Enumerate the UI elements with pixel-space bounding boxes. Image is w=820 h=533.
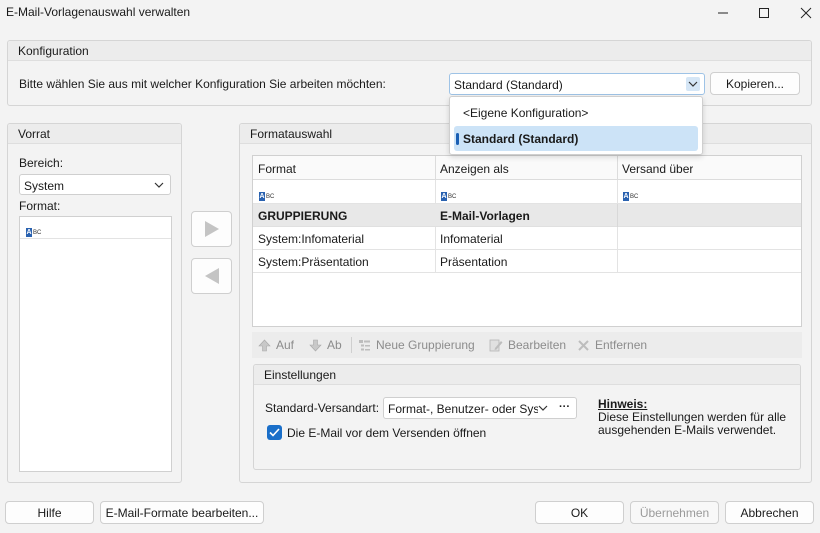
chevron-down-icon[interactable] (686, 77, 700, 91)
dropdown-option-selected[interactable]: Standard (Standard) (454, 126, 698, 151)
vorrat-header: Vorrat (8, 124, 181, 144)
table-header: Format Anzeigen als Versand über (253, 156, 801, 180)
konfiguration-prompt: Bitte wählen Sie aus mit welcher Konfigu… (19, 77, 386, 91)
list-row-separator (20, 238, 171, 239)
apply-button[interactable]: Übernehmen (630, 501, 719, 524)
new-group-button[interactable]: Neue Gruppierung (358, 338, 475, 352)
column-header-anzeigen[interactable]: Anzeigen als (440, 162, 509, 176)
checkmark-icon (269, 428, 280, 437)
column-header-versand[interactable]: Versand über (622, 162, 693, 176)
konfiguration-combo[interactable]: Standard (Standard) (449, 73, 705, 95)
move-left-button[interactable] (191, 258, 232, 294)
filter-row: A BC A BC A BC (253, 180, 801, 204)
toolbar-separator (351, 337, 352, 353)
open-before-send-checkbox[interactable] (267, 425, 282, 440)
abc-icon[interactable]: A BC (259, 187, 274, 202)
chevron-down-icon[interactable] (152, 178, 166, 192)
format-toolbar: Auf Ab Neue Gruppierung Bearbeiten Entfe… (252, 332, 802, 358)
column-divider (617, 156, 618, 180)
ok-button[interactable]: OK (535, 501, 624, 524)
close-button[interactable] (786, 0, 820, 26)
arrow-up-icon (258, 339, 271, 351)
vorrat-title: Vorrat (18, 127, 51, 141)
open-before-send-label[interactable]: Die E-Mail vor dem Versenden öffnen (287, 426, 486, 440)
up-button[interactable]: Auf (258, 338, 294, 352)
title-bar: E-Mail-Vorlagenauswahl verwalten (0, 0, 820, 26)
copy-button[interactable]: Kopieren... (710, 72, 800, 95)
window-title: E-Mail-Vorlagenauswahl verwalten (6, 5, 191, 19)
bereich-combo[interactable]: System (19, 174, 171, 195)
arrow-down-icon (309, 339, 322, 351)
group-list-icon (359, 339, 370, 350)
konfiguration-title: Konfiguration (18, 44, 89, 58)
selection-marker (456, 133, 459, 145)
einstellungen-header: Einstellungen (254, 365, 800, 385)
edit-icon (489, 339, 503, 352)
formatauswahl-group: Formatauswahl Format Anzeigen als Versan… (239, 123, 812, 483)
delete-icon (578, 339, 589, 351)
column-divider (435, 180, 436, 204)
abc-icon[interactable]: A BC (623, 187, 638, 202)
down-button[interactable]: Ab (309, 338, 342, 352)
cell-format: GRUPPIERUNG (258, 209, 348, 223)
edit-formats-button[interactable]: E-Mail-Formate bearbeiten... (100, 501, 264, 524)
cell-anzeigen: E-Mail-Vorlagen (440, 209, 530, 223)
cell-format: System:Präsentation (258, 255, 369, 269)
bereich-combo-value: System (24, 179, 65, 193)
column-divider (617, 180, 618, 204)
table-row[interactable]: GRUPPIERUNG E-Mail-Vorlagen (253, 204, 801, 227)
column-divider (617, 227, 618, 250)
hint-text-line1: Diese Einstellungen werden für alle (598, 410, 787, 424)
dropdown-option[interactable]: <Eigene Konfiguration> (454, 100, 698, 125)
cell-anzeigen: Infomaterial (440, 232, 503, 246)
bereich-label: Bereich: (19, 156, 64, 170)
formatauswahl-title: Formatauswahl (250, 127, 333, 141)
column-header-format[interactable]: Format (258, 162, 296, 176)
column-divider (617, 250, 618, 273)
konfiguration-dropdown-list[interactable]: <Eigene Konfiguration> Standard (Standar… (449, 96, 703, 155)
einstellungen-title: Einstellungen (264, 368, 337, 382)
maximize-button[interactable] (744, 0, 784, 26)
chevron-down-icon[interactable] (536, 401, 550, 415)
einstellungen-group: Einstellungen Standard-Versandart: Forma… (253, 364, 801, 470)
table-row[interactable]: System:Infomaterial Infomaterial (253, 227, 801, 250)
edit-button[interactable]: Bearbeiten (489, 338, 566, 352)
arrow-right-icon (204, 221, 219, 237)
hint-title: Hinweis: (598, 397, 648, 411)
column-divider (435, 227, 436, 250)
format-label: Format: (19, 199, 61, 213)
maximize-icon (759, 8, 769, 18)
versandart-combo[interactable]: Format-, Benutzer- oder Sys... ··· (383, 397, 577, 419)
konfiguration-combo-value: Standard (Standard) (454, 78, 563, 92)
konfiguration-header: Konfiguration (8, 41, 811, 61)
vorrat-group: Vorrat Bereich: System Format: A BC (7, 123, 182, 483)
versandart-label: Standard-Versandart: (265, 401, 380, 415)
format-table[interactable]: Format Anzeigen als Versand über A BC A BC… (252, 155, 802, 327)
cell-anzeigen: Präsentation (440, 255, 508, 269)
column-divider (435, 250, 436, 273)
table-row[interactable]: System:Präsentation Präsentation (253, 250, 801, 273)
column-divider (435, 156, 436, 180)
abc-icon: A BC (26, 228, 42, 237)
remove-button[interactable]: Entfernen (577, 338, 647, 352)
abc-icon[interactable]: A BC (441, 187, 456, 202)
more-button[interactable]: ··· (559, 401, 570, 413)
column-divider (617, 204, 618, 227)
minimize-button[interactable] (703, 0, 743, 26)
arrow-left-icon (204, 268, 219, 284)
cell-format: System:Infomaterial (258, 232, 365, 246)
vorrat-format-list[interactable]: A BC (19, 216, 172, 472)
hint-text-line2: ausgehenden E-Mails verwendet. (598, 423, 777, 437)
minimize-icon (718, 12, 728, 14)
help-button[interactable]: Hilfe (5, 501, 94, 524)
close-icon (800, 7, 812, 19)
cancel-button[interactable]: Abbrechen (725, 501, 814, 524)
move-right-button[interactable] (191, 211, 232, 247)
versandart-combo-value: Format-, Benutzer- oder Sys... (388, 402, 538, 416)
